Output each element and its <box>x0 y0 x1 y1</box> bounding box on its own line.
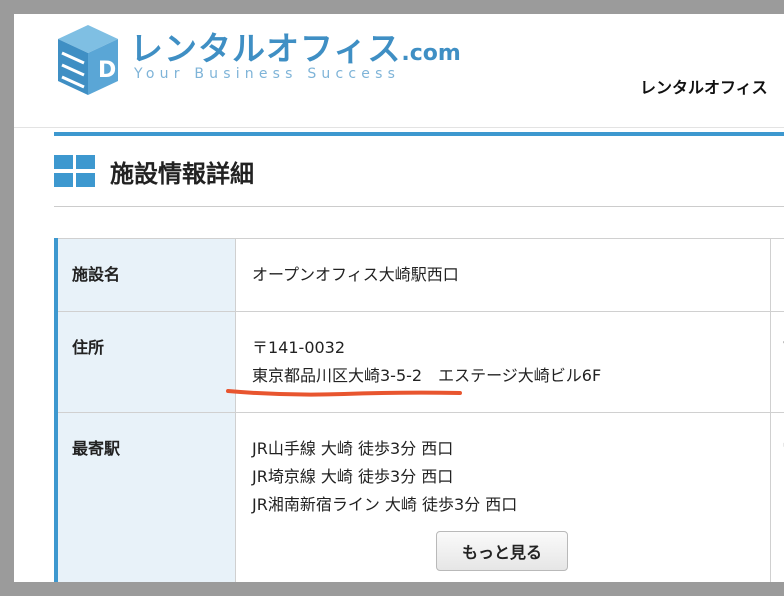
street-address: 東京都品川区大崎3-5-2 エステージ大崎ビル6F <box>252 366 602 385</box>
facility-info-table: 施設名 オープンオフィス大崎駅西口 営 住所 〒141-0032 東京都品川区大… <box>54 238 784 582</box>
list-item: JR山手線 大崎 徒歩3分 西口 <box>252 439 454 458</box>
logo-wordmark[interactable]: レンタルオフィス.com <box>130 22 461 70</box>
svg-text:D: D <box>98 58 116 83</box>
section-top-border <box>54 132 784 136</box>
postal-code: 〒141-0032 <box>252 338 346 357</box>
table-row-facility-name: 施設名 オープンオフィス大崎駅西口 営 <box>54 238 784 312</box>
facility-name-text: オープンオフィス大崎駅西口 <box>252 265 459 284</box>
table-row-address: 住所 〒141-0032 東京都品川区大崎3-5-2 エステージ大崎ビル6F W <box>54 311 784 413</box>
page: D レンタルオフィス.com Your Business Success レンタ… <box>14 14 784 582</box>
site-name-link[interactable]: レンタルオフィス <box>640 74 768 98</box>
facility-name-value: オープンオフィス大崎駅西口 <box>235 238 771 312</box>
next-column-label: 営 <box>770 238 784 312</box>
red-underline-mark <box>226 389 462 397</box>
site-header: D レンタルオフィス.com Your Business Success レンタ… <box>14 14 784 128</box>
next-column-label: W <box>770 311 784 413</box>
station-value: JR山手線 大崎 徒歩3分 西口 JR埼京線 大崎 徒歩3分 西口 JR湘南新宿… <box>235 412 771 582</box>
row-label: 住所 <box>54 311 236 413</box>
grid-icon <box>54 155 95 187</box>
row-label: 最寄駅 <box>54 412 236 582</box>
list-item: JR埼京線 大崎 徒歩3分 西口 <box>252 467 454 486</box>
address-value: 〒141-0032 東京都品川区大崎3-5-2 エステージ大崎ビル6F <box>235 311 771 413</box>
row-label: 施設名 <box>54 238 236 312</box>
list-item: JR湘南新宿ライン 大崎 徒歩3分 西口 <box>252 495 518 514</box>
logo-tagline: Your Business Success <box>134 66 401 82</box>
table-row-nearest-station: 最寄駅 JR山手線 大崎 徒歩3分 西口 JR埼京線 大崎 徒歩3分 西口 JR… <box>54 412 784 582</box>
section-title: 施設情報詳細 <box>110 160 254 188</box>
logo-cube-icon: D <box>58 25 118 95</box>
show-more-button[interactable]: もっと見る <box>436 531 568 571</box>
next-column-label: 電 <box>770 412 784 582</box>
section-divider <box>54 206 784 207</box>
